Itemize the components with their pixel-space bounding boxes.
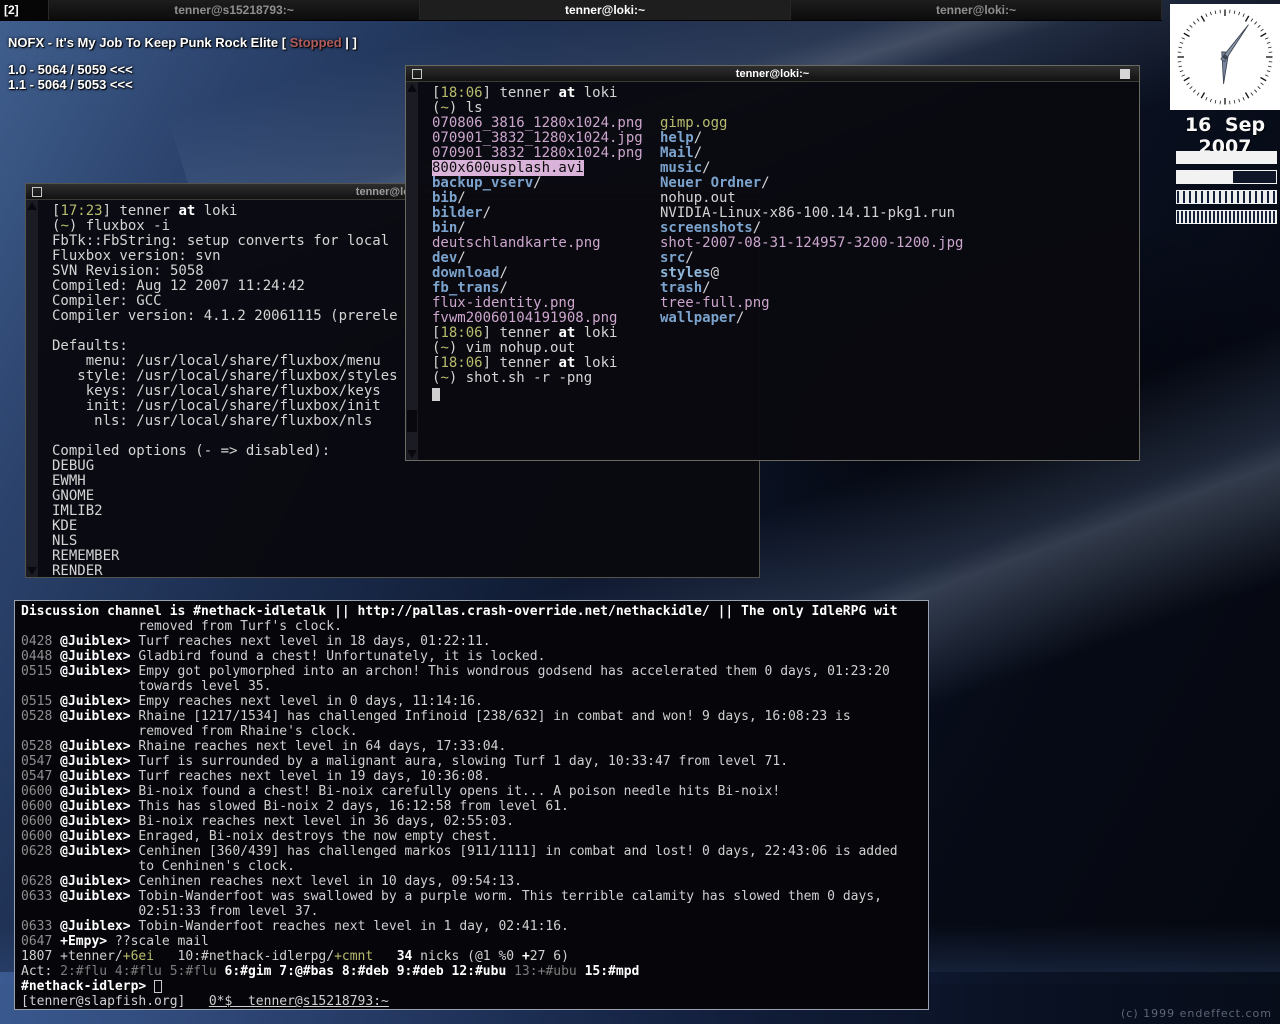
- terminal-line: [18:06] tenner at loki: [432, 355, 618, 371]
- terminal-line: GNOME: [52, 488, 95, 504]
- terminal-line: bib/nohup.out: [432, 190, 736, 206]
- terminal-line: removed from Rhaine's clock.: [21, 724, 358, 739]
- terminal-line: #nethack-idlerp>: [21, 979, 926, 994]
- terminal-line: 0515 @Juiblex> Empy got polymorphed into…: [21, 664, 890, 679]
- terminal-line: backup_vserv/Neuer Ordner/: [432, 175, 770, 191]
- terminal-line: 0428 @Juiblex> Turf reaches next level i…: [21, 634, 491, 649]
- status-text-line: 1.0 - 5064 / 5059 <<<: [8, 62, 133, 77]
- window-ls-terminal: tenner@loki:~ [18:06] tenner at loki (~) …: [405, 65, 1140, 461]
- terminal-line: EWMH: [52, 473, 86, 489]
- system-meters: [1176, 151, 1277, 230]
- terminal-line: bilder/NVIDIA-Linux-x86-100.14.11-pkg1.r…: [432, 205, 956, 221]
- now-playing-bracket: | ]: [341, 35, 357, 50]
- terminal-line: KDE: [52, 518, 78, 534]
- terminal-line: [432, 386, 1137, 401]
- window-irc[interactable]: Discussion channel is #nethack-idletalk …: [14, 600, 929, 1010]
- terminal-line: 0600 @Juiblex> This has slowed Bi-noix 2…: [21, 799, 569, 814]
- terminal-line: IMLIB2: [52, 503, 103, 519]
- window-menu-button[interactable]: [412, 68, 422, 79]
- scrollbar-thumb[interactable]: [407, 410, 417, 432]
- scroll-down-icon[interactable]: [407, 450, 417, 458]
- meter-bar: [1176, 210, 1277, 224]
- terminal-line: 0547 @Juiblex> Turf reaches next level i…: [21, 769, 491, 784]
- terminal-output: [18:06] tenner at loki (~) ls 070806_3816_…: [432, 86, 1137, 401]
- scrollbar[interactable]: [406, 82, 418, 460]
- titlebar[interactable]: tenner@loki:~: [406, 66, 1139, 82]
- meter-bar: [1176, 170, 1277, 184]
- terminal-line: [18:06] tenner at loki: [432, 325, 618, 341]
- now-playing-bracket: [: [278, 35, 290, 50]
- terminal-line: 0600 @Juiblex> Bi-noix found a chest! Bi…: [21, 784, 781, 799]
- terminal-line: download/styles@: [432, 265, 720, 281]
- terminal-line: [tenner@slapfish.org] 0*$ tenner@s152187…: [21, 994, 389, 1009]
- terminal-line: towards level 35.: [21, 679, 272, 694]
- clock-face: [1177, 9, 1273, 105]
- terminal-line: 070901_3832_1280x1024.jpg help/: [432, 130, 703, 146]
- workspace-indicator[interactable]: [2]: [0, 0, 49, 20]
- terminal-line: DEBUG: [52, 458, 95, 474]
- terminal-line: (~) shot.sh -r -png: [432, 370, 593, 386]
- scroll-up-icon[interactable]: [407, 84, 417, 92]
- now-playing-status: NOFX - It's My Job To Keep Punk Rock Eli…: [8, 35, 357, 50]
- window-menu-button[interactable]: [32, 186, 42, 197]
- taskbar-window-list: tenner@s15218793:~ tenner@loki:~ tenner@lo…: [49, 0, 1162, 20]
- terminal-line: bin/screenshots/: [432, 220, 762, 236]
- irc-output: Discussion channel is #nethack-idletalk …: [21, 604, 926, 1009]
- terminal-line: 0633 @Juiblex> Tobin-Wanderfoot was swal…: [21, 889, 882, 904]
- terminal-line: (~) vim nohup.out: [432, 340, 576, 356]
- player-state: Stopped: [289, 35, 342, 50]
- terminal-line: 0628 @Juiblex> Cenhinen reaches next lev…: [21, 874, 522, 889]
- terminal-line: fvwm20060104191908.png wallpaper/: [432, 310, 745, 326]
- terminal-line: 0528 @Juiblex> Rhaine reaches next level…: [21, 739, 507, 754]
- analog-clock: [1170, 4, 1280, 110]
- terminal-line: REMEMBER: [52, 548, 120, 564]
- terminal-line: 0600 @Juiblex> Enraged, Bi-noix destroys…: [21, 829, 499, 844]
- terminal-line: Act: 2:#flu 4:#flu 5:#flu 6:#gim 7:@#bas…: [21, 964, 640, 979]
- terminal-line: to Cenhinen's clock.: [21, 859, 295, 874]
- terminal-line: deutschlandkarte.png shot-2007-08-31-1249…: [432, 235, 964, 251]
- terminal-line: 0528 @Juiblex> Rhaine [1217/1534] has ch…: [21, 709, 851, 724]
- terminal-line: 0633 @Juiblex> Tobin-Wanderfoot reaches …: [21, 919, 569, 934]
- terminal-line: dev/src/: [432, 250, 694, 266]
- terminal-line: Discussion channel is #nethack-idletalk …: [21, 604, 898, 619]
- taskbar-window-button[interactable]: tenner@loki:~: [420, 0, 791, 20]
- terminal-line: 070901_3832_1280x1024.png Mail/: [432, 145, 703, 161]
- terminal-line: 070806_3816_1280x1024.png gimp.ogg: [432, 115, 728, 131]
- terminal-line: removed from Turf's clock.: [21, 619, 342, 634]
- close-button[interactable]: [1120, 68, 1130, 79]
- terminal-line: 0600 @Juiblex> Bi-noix reaches next leve…: [21, 814, 515, 829]
- terminal-line: RENDER: [52, 563, 103, 578]
- scroll-down-icon[interactable]: [27, 567, 37, 575]
- terminal-line: NLS: [52, 533, 78, 549]
- scrollbar[interactable]: [26, 200, 38, 577]
- terminal-line: [18:06] tenner at loki: [432, 85, 618, 101]
- desktop: (c) 1999 endeffect.com [2] tenner@s15218…: [0, 0, 1280, 1024]
- terminal-line: 0547 @Juiblex> Turf is surrounded by a m…: [21, 754, 789, 769]
- now-playing-track: NOFX - It's My Job To Keep Punk Rock Eli…: [8, 35, 279, 50]
- taskbar-window-button[interactable]: tenner@loki:~: [791, 0, 1162, 20]
- taskbar-window-button[interactable]: tenner@s15218793:~: [49, 0, 420, 20]
- terminal-line: 0647 +Empy> ??scale mail: [21, 934, 209, 949]
- terminal-line: 1807 +tenner/+6ei 10:#nethack-idlerpg/+c…: [21, 949, 569, 964]
- terminal-line: 800x600usplash.avi music/: [432, 160, 711, 176]
- terminal-line: 02:51:33 from level 37.: [21, 904, 319, 919]
- terminal-line: 0448 @Juiblex> Gladbird found a chest! U…: [21, 649, 546, 664]
- window-title: tenner@loki:~: [735, 67, 810, 80]
- terminal-content[interactable]: [18:06] tenner at loki (~) ls 070806_3816_…: [406, 82, 1139, 460]
- meter-bar: [1176, 151, 1277, 164]
- playlist-counters: 1.0 - 5064 / 5059 <<< 1.1 - 5064 / 5053 <…: [8, 62, 133, 92]
- taskbar: [2] tenner@s15218793:~ tenner@loki:~ tenne…: [0, 0, 1162, 21]
- scroll-up-icon[interactable]: [27, 202, 37, 210]
- terminal-line: flux-identity.png tree-full.png: [432, 295, 770, 311]
- status-text-line: 1.1 - 5064 / 5053 <<<: [8, 77, 133, 92]
- wallpaper-credit: (c) 1999 endeffect.com: [1121, 1007, 1272, 1020]
- meter-bar: [1176, 190, 1277, 204]
- terminal-line: (~) ls: [432, 100, 483, 116]
- terminal-line: 0515 @Juiblex> Empy reaches next level i…: [21, 694, 483, 709]
- terminal-line: 0628 @Juiblex> Cenhinen [360/439] has ch…: [21, 844, 898, 859]
- terminal-line: fb_trans/trash/: [432, 280, 711, 296]
